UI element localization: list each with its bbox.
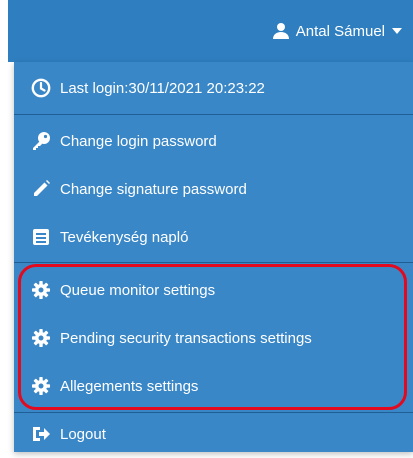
logout-icon: [30, 423, 52, 445]
menu-item-allegements-settings[interactable]: Allegements settings: [14, 362, 413, 410]
menu-item-label: Tevékenység napló: [60, 228, 189, 246]
gear-icon: [30, 279, 52, 301]
divider: [14, 262, 413, 263]
menu-item-label: Allegements settings: [60, 377, 199, 395]
menu-item-label: Last login:30/11/2021 20:23:22: [60, 79, 265, 97]
menu-item-label: Logout: [60, 425, 106, 443]
gear-icon: [30, 375, 52, 397]
menu-item-label: Queue monitor settings: [60, 281, 216, 299]
menu-item-activity-log[interactable]: Tevékenység napló: [14, 213, 413, 261]
last-login-info: Last login:30/11/2021 20:23:22: [14, 64, 413, 112]
divider: [14, 114, 413, 115]
menu-item-label: Change signature password: [60, 180, 247, 198]
pencil-icon: [30, 178, 52, 200]
menu-item-logout[interactable]: Logout: [14, 410, 413, 458]
user-dropdown-menu: Last login:30/11/2021 20:23:22 Change lo…: [14, 62, 413, 452]
user-menu-toggle[interactable]: Antal Sámuel: [272, 20, 403, 42]
clock-icon: [30, 77, 52, 99]
user-icon: [272, 22, 290, 40]
list-icon: [30, 226, 52, 248]
menu-item-queue-monitor-settings[interactable]: Queue monitor settings: [14, 266, 413, 314]
caret-down-icon: [391, 25, 403, 37]
menu-item-change-signature-password[interactable]: Change signature password: [14, 165, 413, 213]
gear-icon: [30, 327, 52, 349]
menu-item-label: Change login password: [60, 132, 217, 150]
menu-item-change-login-password[interactable]: Change login password: [14, 117, 413, 165]
user-name: Antal Sámuel: [295, 22, 385, 40]
key-icon: [30, 130, 52, 152]
menu-item-pending-security-transactions-settings[interactable]: Pending security transactions settings: [14, 314, 413, 362]
menu-item-label: Pending security transactions settings: [60, 329, 312, 347]
top-bar: Antal Sámuel: [8, 0, 413, 62]
